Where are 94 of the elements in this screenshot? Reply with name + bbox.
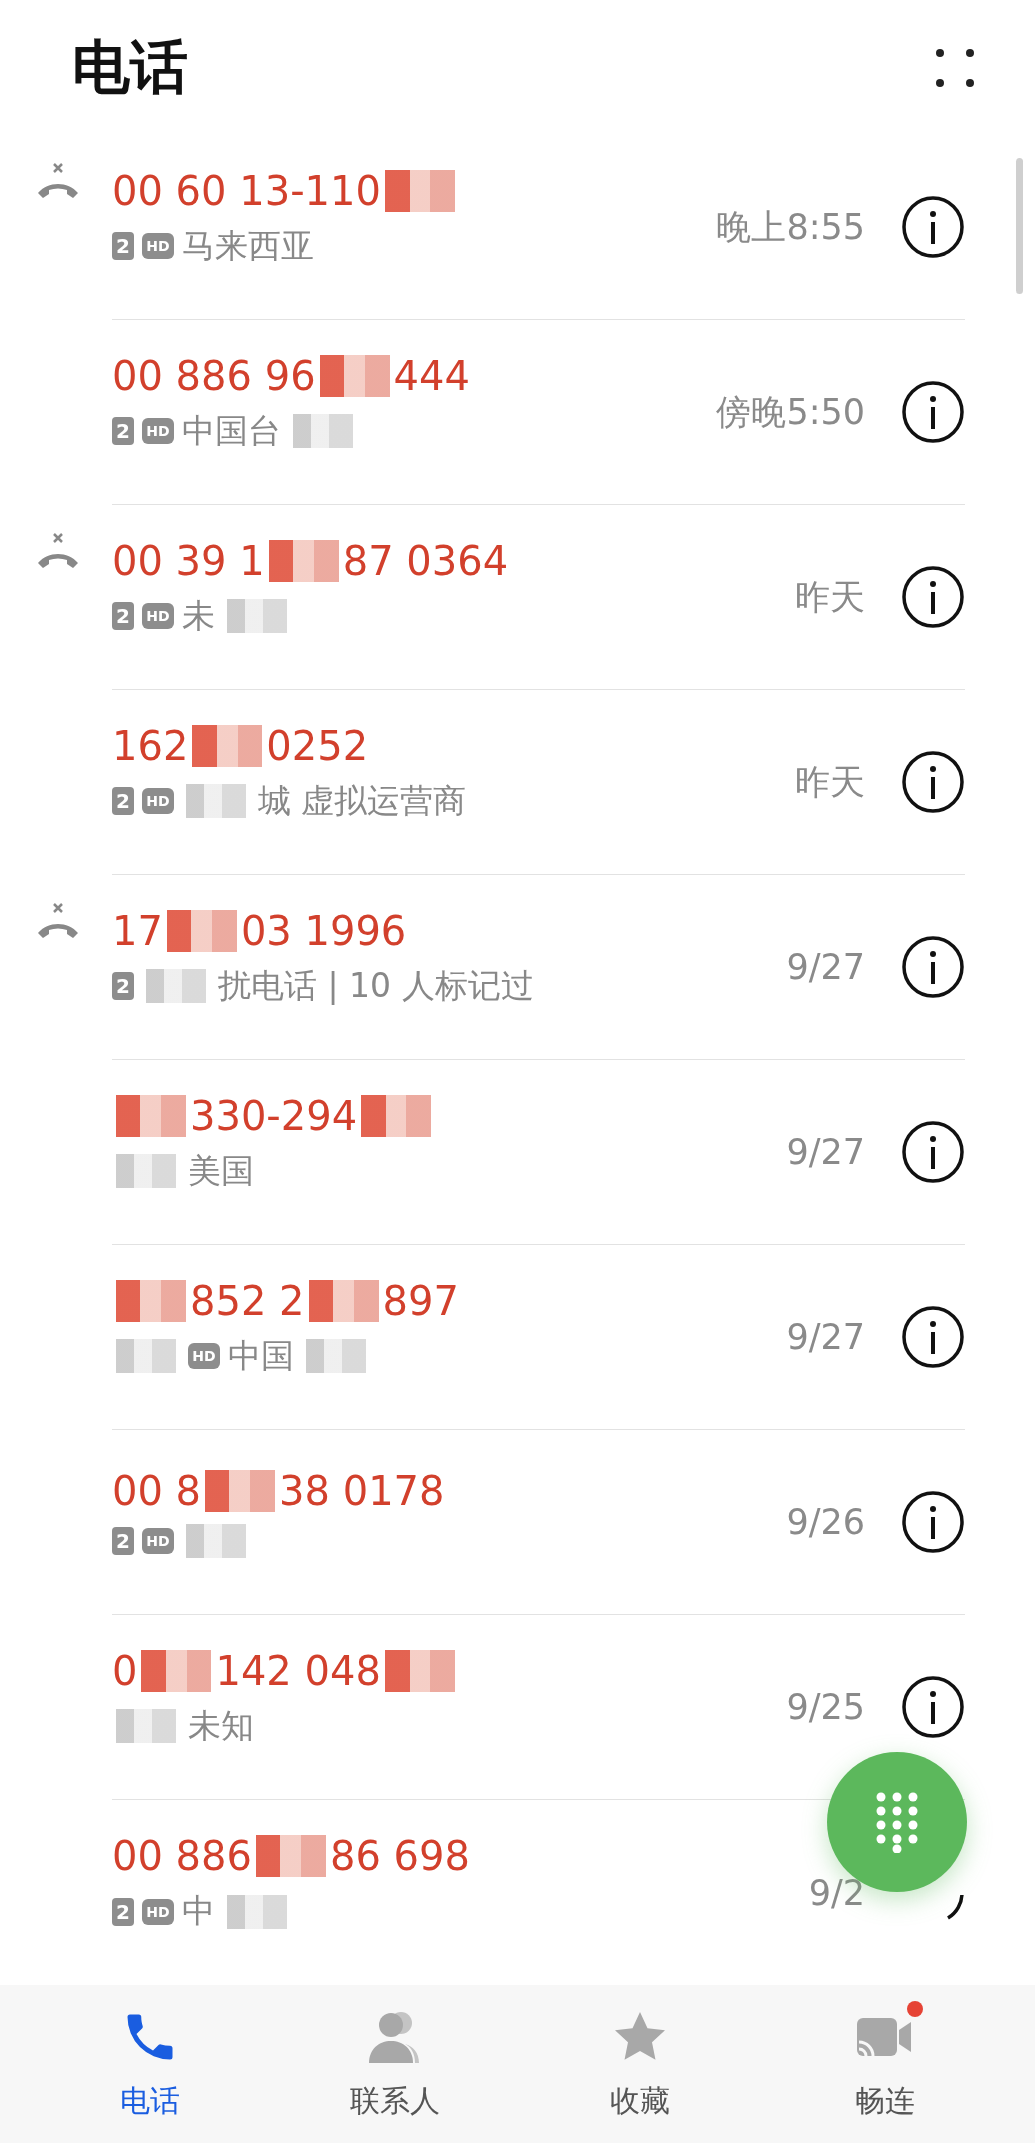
info-icon[interactable] <box>901 195 965 260</box>
nav-tab[interactable]: 收藏 <box>517 1985 763 2143</box>
hd-badge: HD <box>142 603 174 630</box>
redacted-area <box>384 169 455 212</box>
redacted-area <box>293 414 353 449</box>
sim-badge: 2 <box>112 787 134 816</box>
phone-number: 330-294 <box>190 1092 358 1139</box>
redacted-area <box>166 909 237 952</box>
tab-label: 电话 <box>120 2081 181 2120</box>
redacted-area <box>186 784 246 819</box>
redacted-area <box>255 1835 326 1878</box>
sim-badge: 2 <box>112 417 134 446</box>
call-time: 9/25 <box>786 1687 865 1728</box>
redacted-area <box>268 539 339 582</box>
more-icon[interactable] <box>935 47 975 88</box>
info-icon[interactable] <box>901 750 965 815</box>
redacted-area <box>116 1094 186 1137</box>
call-time: 9/2 <box>808 1872 865 1913</box>
redacted-area <box>306 1339 366 1374</box>
redacted-area <box>227 1894 287 1929</box>
hd-badge: HD <box>188 1343 220 1370</box>
hd-badge: HD <box>142 1898 174 1925</box>
phone-number: 00 8 <box>112 1468 202 1515</box>
info-icon[interactable] <box>901 380 965 445</box>
phone-number: 162 <box>112 722 189 769</box>
call-location: 美国 <box>188 1149 254 1192</box>
redacted-area <box>384 1649 455 1692</box>
tab-label: 收藏 <box>609 2081 670 2120</box>
call-location: 未知 <box>188 1704 254 1747</box>
redacted-area <box>319 354 390 397</box>
call-time: 9/27 <box>786 947 865 988</box>
call-location: 未 <box>182 594 215 637</box>
call-time: 9/26 <box>786 1502 865 1543</box>
phone-number: 03 1996 <box>240 907 407 954</box>
phone-number: 00 886 <box>112 1833 252 1880</box>
hd-badge: HD <box>142 418 174 445</box>
phone-number: 87 0364 <box>342 537 509 584</box>
call-location: 中国台 <box>182 409 281 452</box>
call-location: 城 虚拟运营商 <box>258 779 467 822</box>
call-time: 9/27 <box>786 1132 865 1173</box>
call-time: 昨天 <box>795 575 865 619</box>
redacted-area <box>361 1094 432 1137</box>
redacted-area <box>192 724 263 767</box>
nav-tab[interactable]: 畅连 <box>762 1985 1007 2143</box>
info-icon[interactable] <box>901 1120 965 1185</box>
hd-badge: HD <box>142 1528 174 1555</box>
phone-number: 38 0178 <box>279 1468 445 1515</box>
tab-label: 联系人 <box>350 2081 441 2120</box>
info-icon[interactable] <box>901 565 965 630</box>
phone-number: 142 048 <box>215 1647 381 1694</box>
phone-number: 852 2 <box>190 1277 305 1324</box>
info-icon[interactable] <box>901 1305 965 1370</box>
call-location: 中国 <box>228 1334 294 1377</box>
phone-number: 00 886 96 <box>112 352 316 399</box>
info-icon[interactable] <box>901 1490 965 1555</box>
call-time: 9/27 <box>786 1317 865 1358</box>
tab-label: 畅连 <box>854 2081 915 2120</box>
sim-badge: 2 <box>112 972 134 1001</box>
page-title: 电话 <box>72 31 188 103</box>
redacted-area <box>116 1154 176 1189</box>
call-time: 晚上8:55 <box>716 205 865 249</box>
phone-number: 0252 <box>266 722 369 769</box>
call-location: 扰电话 | 10 人标记过 <box>218 964 534 1007</box>
phone-number: 86 698 <box>329 1833 470 1880</box>
phone-number: 897 <box>382 1277 459 1324</box>
redacted-area <box>308 1279 379 1322</box>
info-icon[interactable] <box>901 935 965 1000</box>
hd-badge: HD <box>142 788 174 815</box>
sim-badge: 2 <box>112 602 134 631</box>
call-location: 中 <box>182 1890 215 1933</box>
redacted-area <box>146 969 206 1004</box>
phone-number: 0 <box>112 1647 138 1694</box>
call-time: 昨天 <box>795 760 865 804</box>
redacted-area <box>227 599 287 634</box>
sim-badge: 2 <box>112 1897 134 1926</box>
redacted-area <box>141 1649 212 1692</box>
info-icon[interactable] <box>901 1675 965 1740</box>
phone-number: 444 <box>393 352 470 399</box>
sim-badge: 2 <box>112 232 134 261</box>
call-location: 马来西亚 <box>182 224 314 267</box>
dialpad-icon <box>875 1791 919 1853</box>
redacted-area <box>116 1279 186 1322</box>
nav-tab[interactable]: 电话 <box>28 1985 273 2143</box>
redacted-area <box>116 1709 176 1744</box>
hd-badge: HD <box>142 233 174 260</box>
nav-tab[interactable]: 联系人 <box>272 1985 518 2143</box>
redacted-area <box>116 1339 176 1374</box>
sim-badge: 2 <box>112 1527 134 1556</box>
phone-number: 17 <box>112 907 163 954</box>
redacted-area <box>186 1524 246 1559</box>
redacted-area <box>205 1470 276 1513</box>
phone-number: 00 39 1 <box>112 537 265 584</box>
phone-number: 00 60 13-110 <box>112 167 381 214</box>
call-time: 傍晚5:50 <box>716 390 865 434</box>
